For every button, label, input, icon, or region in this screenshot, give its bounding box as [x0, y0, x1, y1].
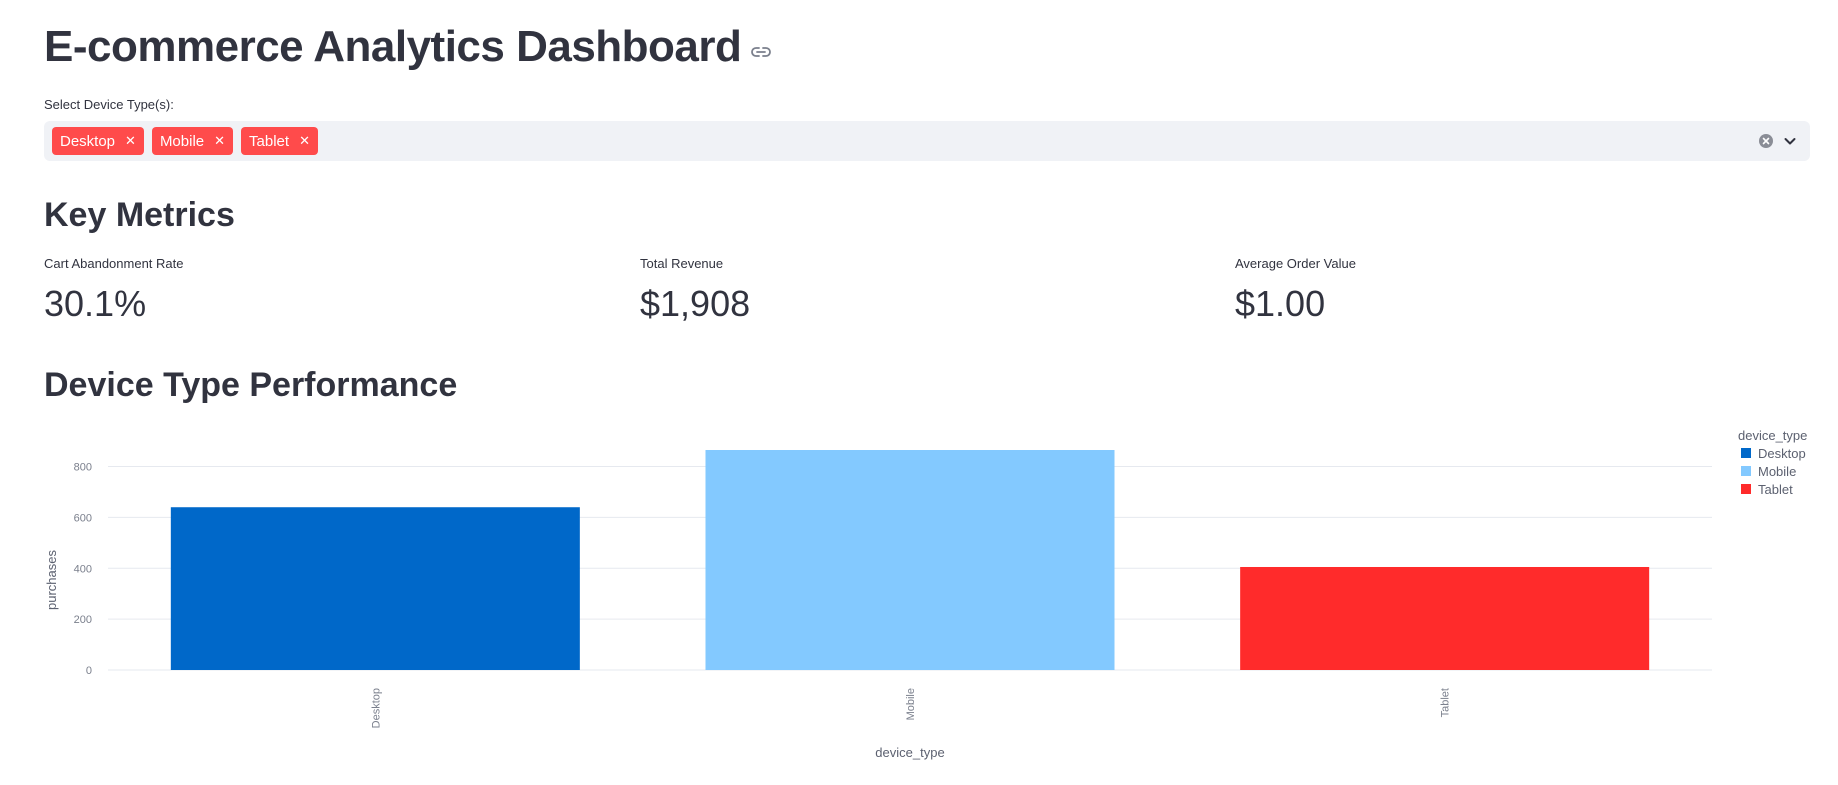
chip-tablet[interactable]: Tablet ✕ [241, 127, 318, 155]
page-title: E-commerce Analytics Dashboard [44, 22, 742, 71]
y-tick-label: 600 [74, 512, 92, 524]
link-icon[interactable] [751, 45, 772, 59]
chip-label: Tablet [249, 132, 290, 150]
metric-value: $1.00 [1235, 283, 1326, 324]
chip-remove-icon[interactable]: ✕ [125, 133, 136, 149]
title-row: E-commerce Analytics Dashboard [44, 22, 772, 72]
y-axis-title: purchases [44, 550, 59, 610]
y-tick-label: 0 [86, 665, 92, 677]
bar-mobile [705, 450, 1115, 670]
chip-label: Mobile [159, 132, 205, 150]
legend-swatch [1741, 448, 1751, 458]
device-performance-heading: Device Type Performance [44, 366, 458, 404]
chevron-down-icon[interactable] [1782, 133, 1798, 149]
legend-entry: Desktop [1758, 446, 1806, 461]
metric-value: $1,908 [640, 283, 751, 324]
clear-all-icon[interactable] [1758, 133, 1774, 149]
device-performance-chart: 0 200 400 600 800 Desktop Mobile Tablet device_t… [44, 428, 1807, 760]
legend-entry: Tablet [1758, 482, 1793, 497]
metric-total-revenue: Total Revenue $1,908 [640, 256, 750, 325]
chip-remove-icon[interactable]: ✕ [299, 133, 310, 149]
bar-desktop [170, 507, 580, 670]
metric-cart-abandonment: Cart Abandonment Rate 30.1% [44, 256, 183, 325]
x-tick-label: Desktop [370, 688, 382, 728]
x-axis-title: device_type [875, 745, 944, 760]
legend-entry: Mobile [1758, 464, 1796, 479]
metric-label: Cart Abandonment Rate [44, 256, 184, 271]
metric-label: Average Order Value [1235, 256, 1356, 271]
chip-remove-icon[interactable]: ✕ [214, 133, 225, 149]
device-select-label: Select Device Type(s): [44, 97, 174, 112]
key-metrics-heading: Key Metrics [44, 196, 235, 234]
x-tick-label: Tablet [1440, 688, 1452, 717]
legend-swatch [1741, 484, 1751, 494]
legend-title: device_type [1738, 428, 1807, 443]
chip-mobile[interactable]: Mobile ✕ [151, 127, 234, 155]
y-tick-label: 200 [74, 614, 92, 626]
y-tick-label: 400 [74, 563, 92, 575]
metric-label: Total Revenue [640, 256, 724, 271]
metric-average-order-value: Average Order Value $1.00 [1235, 256, 1356, 325]
bar-tablet [1240, 566, 1650, 670]
x-tick-label: Mobile [905, 688, 917, 720]
device-multiselect[interactable]: Desktop ✕ Mobile ✕ Tablet ✕ [44, 121, 1810, 161]
legend-swatch [1741, 466, 1751, 476]
chip-desktop[interactable]: Desktop ✕ [52, 127, 144, 155]
metric-value: 30.1% [44, 283, 147, 324]
chip-label: Desktop [60, 132, 116, 150]
y-tick-label: 800 [74, 462, 92, 474]
